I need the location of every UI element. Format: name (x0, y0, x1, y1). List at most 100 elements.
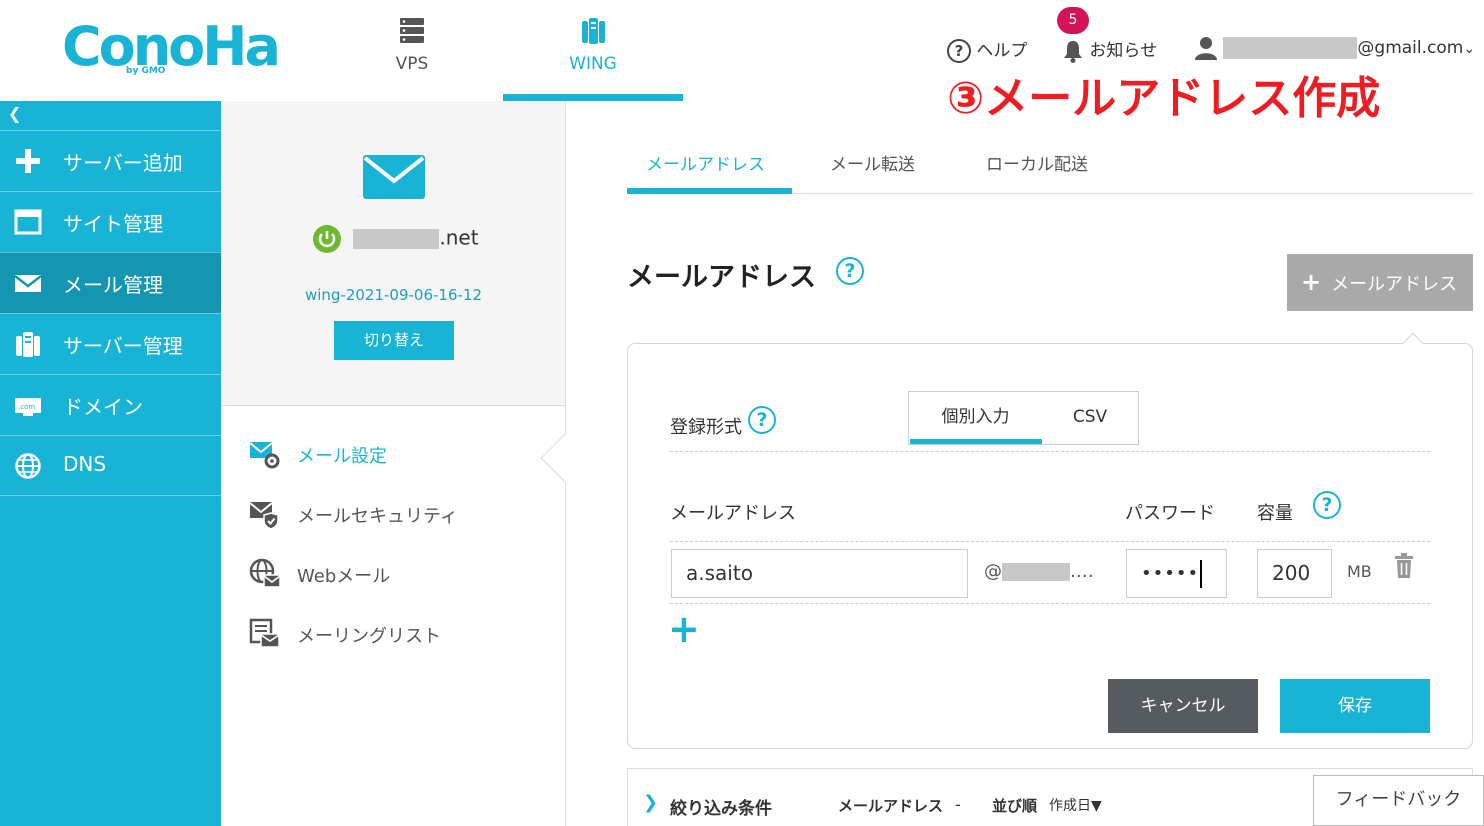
add-row-plus-icon[interactable]: + (668, 610, 700, 648)
wing-icon (582, 18, 605, 44)
add-button-label: メールアドレス (1331, 274, 1458, 295)
capacity-input[interactable]: 200 (1257, 549, 1332, 598)
sidebar-item-label: メール管理 (63, 273, 163, 297)
menu-item-label: メーリングリスト (297, 626, 441, 647)
power-on-icon (313, 225, 341, 253)
column-password-label: パスワード (1125, 503, 1215, 524)
help-icon[interactable]: ? (1313, 491, 1341, 519)
help-icon[interactable]: ? (836, 257, 864, 285)
password-value: ••••• (1141, 563, 1200, 584)
top-header: ConoHa by GMO VPS WING ? ヘルプ 5 お知らせ @gma… (0, 0, 1484, 124)
sidebar-item-dns[interactable]: DNS (0, 435, 221, 496)
sidebar-collapse-icon[interactable]: ❮ (8, 104, 21, 123)
mailing-list-icon (249, 618, 280, 648)
bell-icon (1064, 41, 1082, 63)
capacity-value: 200 (1272, 561, 1311, 585)
server-manage-icon (16, 332, 40, 357)
filter-label[interactable]: 絞り込み条件 (670, 794, 772, 819)
feedback-button[interactable]: フィードバック (1313, 775, 1484, 826)
webmail-icon (249, 558, 281, 588)
filter-email-label: メールアドレス (838, 797, 944, 815)
menu-item-webmail[interactable]: Webメール (249, 554, 549, 594)
registration-mode-toggle: 個別入力 CSV (908, 391, 1139, 445)
domain-icon: .com (15, 398, 41, 416)
menu-item-label: Webメール (297, 566, 391, 587)
account-email-redacted (1223, 37, 1358, 59)
divider (670, 541, 1430, 542)
domain-row: .net (313, 225, 479, 253)
sort-order-value[interactable]: 作成日▼ (1049, 795, 1102, 815)
account-email-suffix: @gmail.com (1357, 38, 1464, 58)
sidebar-item-label: サイト管理 (63, 212, 163, 236)
switch-button[interactable]: 切り替え (334, 321, 454, 360)
nav-label-wing: WING (569, 54, 617, 74)
help-icon[interactable]: ? (748, 406, 776, 434)
sidebar: ❮ サーバー追加 サイト管理 メール管理 サーバー管理 .com ドメイン DN… (0, 101, 221, 826)
sort-order-label: 並び順 (992, 797, 1038, 815)
divider (670, 451, 1430, 452)
menu-item-mail-security[interactable]: メールセキュリティ (249, 494, 549, 534)
globe-icon (15, 453, 41, 479)
mail-icon (14, 275, 42, 292)
site-icon (14, 209, 42, 235)
filter-toggle-icon[interactable]: ❯ (643, 792, 658, 813)
sidebar-item-label: サーバー管理 (63, 334, 183, 358)
mail-settings-icon (249, 442, 280, 469)
tab-mail-address[interactable]: メールアドレス (646, 150, 765, 175)
text-caret (1200, 560, 1203, 588)
tab-local-delivery[interactable]: ローカル配送 (986, 150, 1088, 175)
sidebar-item-label: サーバー追加 (63, 151, 183, 175)
logo-text: ConoHa (62, 15, 281, 78)
sidebar-item-server-manage[interactable]: サーバー管理 (0, 313, 221, 374)
annotation-step-3: ③メールアドレス作成 (947, 73, 1381, 124)
notifications-label: お知らせ (1089, 41, 1158, 61)
menu-item-mail-settings[interactable]: メール設定 (249, 434, 549, 474)
help-label: ヘルプ (976, 41, 1028, 61)
password-input[interactable]: ••••• (1126, 549, 1227, 598)
sidebar-item-add-server[interactable]: サーバー追加 (0, 130, 221, 191)
conoha-logo[interactable]: ConoHa (62, 15, 281, 78)
email-local-input[interactable]: a.saito (671, 549, 968, 598)
menu-item-label: メール設定 (297, 446, 387, 467)
domain-tail: .… (1070, 561, 1094, 582)
notifications-link[interactable]: お知らせ (1062, 36, 1157, 63)
domain-redacted (353, 229, 440, 249)
svg-text:.com: .com (18, 403, 35, 411)
tab-active-indicator (627, 188, 792, 194)
column-capacity-label: 容量 (1257, 503, 1293, 524)
nav-tab-vps[interactable]: VPS (322, 0, 502, 101)
divider (670, 603, 1430, 604)
page-title: メールアドレス (627, 262, 816, 293)
mail-menu: メール設定 メールセキュリティ Webメール メーリングリスト (221, 406, 566, 826)
trash-icon[interactable] (1394, 553, 1414, 579)
mail-security-icon (249, 502, 279, 530)
domain-redacted (1002, 563, 1070, 581)
save-button[interactable]: 保存 (1280, 679, 1430, 733)
plus-icon: + (1301, 268, 1322, 296)
mode-active-indicator (910, 439, 1042, 444)
wing-id: wing-2021-09-06-16-12 (304, 286, 483, 304)
sidebar-item-site[interactable]: サイト管理 (0, 191, 221, 252)
menu-item-mailing-list[interactable]: メーリングリスト (249, 614, 549, 654)
notification-badge: 5 (1057, 7, 1089, 34)
tab-mail-forward[interactable]: メール転送 (830, 150, 915, 175)
logo-sub: by GMO (126, 66, 166, 76)
help-icon: ? (947, 39, 971, 63)
envelope-icon (363, 155, 425, 199)
nav-tab-wing[interactable]: WING (503, 0, 683, 101)
filter-email-value: - (955, 795, 961, 814)
mode-option-individual[interactable]: 個別入力 (909, 392, 1042, 444)
sidebar-item-mail[interactable]: メール管理 (0, 252, 221, 313)
plus-icon (16, 149, 40, 173)
account-menu[interactable]: @gmail.com⌄ (1194, 36, 1475, 60)
menu-item-label: メールセキュリティ (297, 506, 458, 527)
server-info-panel: .net wing-2021-09-06-16-12 切り替え (221, 101, 566, 406)
cancel-button[interactable]: キャンセル (1108, 679, 1258, 733)
help-link[interactable]: ? ヘルプ (947, 36, 1027, 63)
add-mail-address-button[interactable]: + メールアドレス (1287, 254, 1473, 311)
capacity-unit: MB (1347, 562, 1372, 581)
mode-option-csv[interactable]: CSV (1042, 392, 1138, 444)
chevron-down-icon: ⌄ (1463, 41, 1476, 57)
sidebar-item-domain[interactable]: .com ドメイン (0, 374, 221, 435)
server-icon (400, 18, 424, 43)
